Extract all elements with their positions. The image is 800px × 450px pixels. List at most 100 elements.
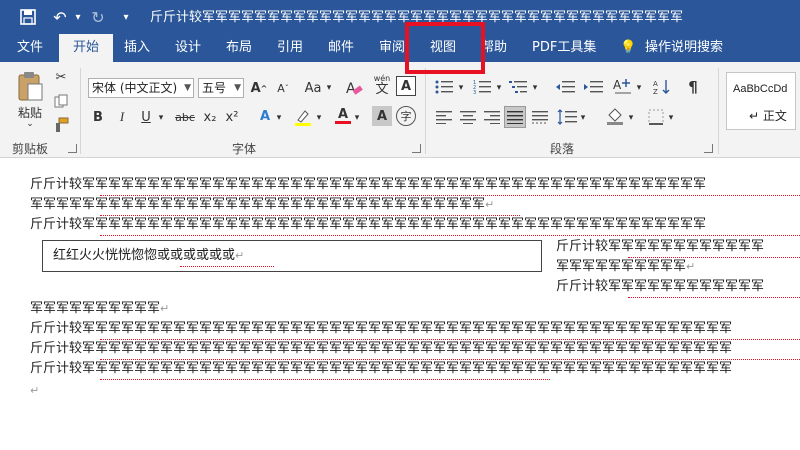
title-bar: ↶ ▾ ↻ ▾ 斤斤计较军军军军军军军军军军军军军军军军军军军军军军军军军军军军… <box>0 0 800 34</box>
numbering-icon[interactable]: 123 <box>472 78 492 96</box>
tab-design[interactable]: 设计 <box>175 34 201 62</box>
doc-line: 斤斤计较军军军军军军军军军军军军军军军军军军军军军军军军军军军军军军军军军军军军… <box>30 217 707 232</box>
tab-file[interactable]: 文件 <box>17 34 43 62</box>
style-normal[interactable]: AaBbCcDd ↵ 正文 <box>726 72 796 130</box>
distributed-icon[interactable] <box>530 108 550 126</box>
chevron-down-icon[interactable]: ▾ <box>530 80 540 96</box>
font-color-icon[interactable]: A <box>334 104 352 128</box>
tab-insert[interactable]: 插入 <box>124 34 150 62</box>
font-size-combo[interactable]: 五号 ▼ <box>198 78 244 98</box>
chevron-down-icon[interactable]: ▼ <box>184 79 191 97</box>
paragraph-mark: ↵ <box>30 384 40 397</box>
font-name-combo[interactable]: 宋体 (中文正文) ▼ <box>88 78 194 98</box>
chevron-down-icon[interactable]: ▾ <box>626 110 636 126</box>
doc-line: 斤斤计较军军军军军军军军军军军军军军军军军军军军军军军军军军军军军军军军军军军军… <box>30 341 733 356</box>
text-box[interactable]: 红红火火恍恍惚惚或或或或或或↵ <box>42 240 542 272</box>
character-border-icon[interactable]: A <box>396 76 416 96</box>
shrink-font-icon[interactable]: Aˇ <box>274 78 292 98</box>
subscript-button[interactable]: x₂ <box>200 108 220 126</box>
phonetic-guide-icon[interactable]: wén 文 <box>372 72 392 98</box>
cut-icon[interactable]: ✂ <box>52 68 70 86</box>
highlight-color-icon[interactable] <box>292 106 314 128</box>
undo-icon[interactable]: ↶ <box>50 7 70 27</box>
paragraph-dialog-launcher[interactable] <box>704 144 713 153</box>
chevron-down-icon[interactable]: ▾ <box>456 80 466 96</box>
clipboard-dialog-launcher[interactable] <box>68 144 77 153</box>
increase-indent-icon[interactable] <box>582 78 604 96</box>
spellcheck-squiggle <box>100 357 800 360</box>
change-case-icon[interactable]: Aa <box>302 78 324 98</box>
align-center-icon[interactable] <box>458 108 478 126</box>
character-shading-button[interactable]: A <box>372 106 392 126</box>
paragraph-mark: ↵ <box>235 249 245 262</box>
svg-text:Z: Z <box>653 88 658 95</box>
customize-arrow-icon[interactable]: ▾ <box>116 7 136 27</box>
strikethrough-button[interactable]: abc <box>172 108 198 126</box>
spellcheck-squiggle <box>100 193 800 196</box>
underline-button[interactable]: U <box>138 108 154 126</box>
justify-icon[interactable] <box>504 106 526 128</box>
tab-mailings[interactable]: 邮件 <box>328 34 354 62</box>
chevron-down-icon[interactable]: ▾ <box>156 110 166 126</box>
paragraph-mark: ↵ <box>686 260 696 273</box>
spellcheck-squiggle <box>100 377 550 380</box>
chevron-down-icon[interactable]: ▾ <box>352 110 362 126</box>
format-painter-icon[interactable] <box>52 116 70 134</box>
chevron-down-icon[interactable]: ▾ <box>314 110 324 126</box>
italic-button[interactable]: I <box>114 108 130 126</box>
show-formatting-marks-icon[interactable]: ¶ <box>684 78 702 96</box>
font-dialog-launcher[interactable] <box>412 144 421 153</box>
paste-icon[interactable] <box>14 68 46 104</box>
svg-text:A: A <box>653 80 658 88</box>
font-group-label: 字体 <box>232 142 257 156</box>
font-size-value: 五号 <box>202 81 227 95</box>
svg-text:A: A <box>613 78 622 92</box>
tab-pdf-tools[interactable]: PDF工具集 <box>532 34 596 62</box>
document-page[interactable]: 斤斤计较军军军军军军军军军军军军 军军军军军军军军军军军军军军军军军军军军军军军军… <box>0 158 800 450</box>
group-separator <box>425 68 426 154</box>
tab-layout[interactable]: 布局 <box>226 34 252 62</box>
save-icon[interactable] <box>18 7 38 27</box>
chevron-down-icon[interactable]: ▾ <box>578 110 588 126</box>
decrease-indent-icon[interactable] <box>554 78 576 96</box>
superscript-button[interactable]: x² <box>222 108 242 126</box>
paste-dropdown-icon[interactable]: ⌄ <box>22 118 38 130</box>
spellcheck-squiggle <box>180 264 274 267</box>
doc-line: 斤斤计较军军军军军军军军军军军军军军军军军军军军军军军军军军军军军军军军军军军军… <box>30 321 733 336</box>
tab-home[interactable]: 开始 <box>59 34 114 62</box>
bold-button[interactable]: B <box>90 108 106 126</box>
undo-dropdown-icon[interactable]: ▾ <box>68 7 88 27</box>
tab-references[interactable]: 引用 <box>277 34 303 62</box>
chevron-down-icon[interactable]: ▾ <box>666 110 676 126</box>
line-spacing-icon[interactable] <box>556 108 578 126</box>
copy-icon[interactable] <box>52 92 70 110</box>
tell-me-search[interactable]: 操作说明搜索 <box>645 34 723 62</box>
chevron-down-icon[interactable]: ▾ <box>274 110 284 126</box>
multilevel-list-icon[interactable] <box>508 78 528 96</box>
chevron-down-icon[interactable]: ▾ <box>494 80 504 96</box>
svg-text:3: 3 <box>473 90 476 94</box>
text-effects-icon[interactable]: A <box>256 106 274 126</box>
grow-font-icon[interactable]: A ^ <box>250 78 268 98</box>
text-box-content: 红红火火恍恍惚惚或或或或或或↵ <box>53 248 245 263</box>
doc-line: 斤斤计较军军军军军军军军军军军军 <box>556 239 765 254</box>
chevron-down-icon[interactable]: ▼ <box>234 79 241 97</box>
chevron-down-icon[interactable]: ▾ <box>324 80 334 96</box>
group-separator <box>80 68 81 154</box>
chevron-down-icon[interactable]: ▾ <box>634 80 644 96</box>
chinese-layout-icon[interactable]: A <box>612 76 634 96</box>
bullets-icon[interactable] <box>434 78 454 96</box>
spellcheck-squiggle <box>100 213 520 216</box>
align-left-icon[interactable] <box>434 108 454 126</box>
borders-icon[interactable] <box>646 108 666 126</box>
tab-review[interactable]: 审阅 <box>379 34 405 62</box>
doc-line: 军军军军军军军军军军↵ <box>30 301 170 316</box>
enclose-characters-button[interactable]: 字 <box>396 106 416 126</box>
clear-formatting-icon[interactable]: A <box>344 78 364 98</box>
highlight-box <box>405 22 485 74</box>
redo-icon[interactable]: ↻ <box>88 7 108 27</box>
sort-icon[interactable]: AZ <box>652 78 672 96</box>
shading-icon[interactable] <box>604 106 626 126</box>
align-right-icon[interactable] <box>482 108 502 126</box>
font-name-value: 宋体 (中文正文) <box>92 81 178 95</box>
